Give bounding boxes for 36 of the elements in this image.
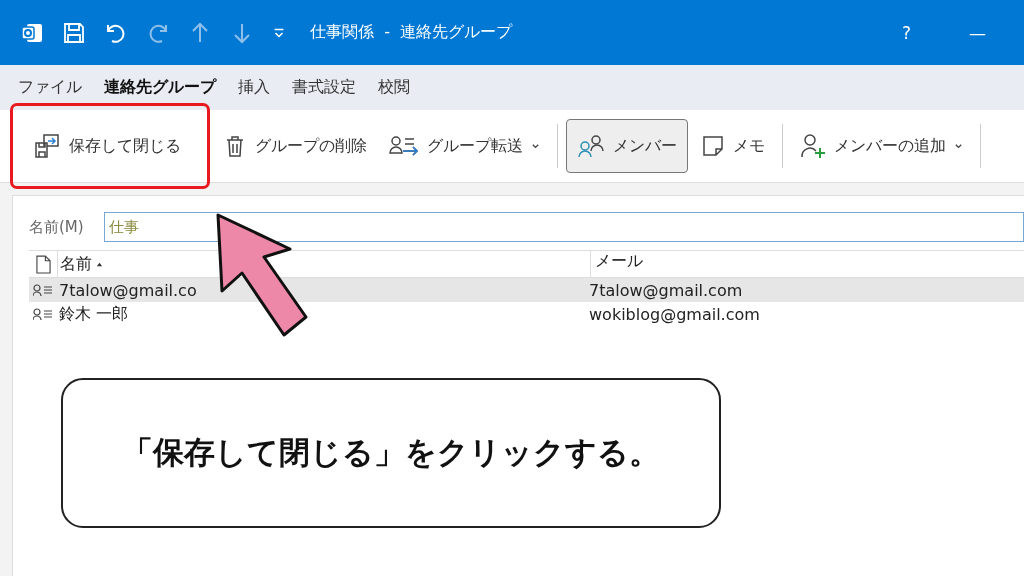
chevron-down-icon — [954, 141, 963, 151]
minimize-button[interactable]: — — [949, 22, 1006, 43]
table-cell-text: 7talow@gmail.co — [58, 280, 198, 300]
contact-icon — [33, 308, 53, 320]
save-close-icon — [33, 132, 61, 160]
callout-text: 「保存して閉じる」をクリックする。 — [122, 433, 660, 472]
ribbon-tab[interactable]: 校閲 — [368, 73, 420, 102]
table-row[interactable]: 鈴木 一郎 wokiblog@gmail.com — [29, 302, 1024, 326]
ribbon-button[interactable]: グループ転送 — [380, 123, 549, 169]
contact-icon — [33, 284, 53, 296]
table-cell-text: 鈴木 一郎 — [58, 303, 130, 325]
ribbon-tab[interactable]: ファイル — [8, 73, 92, 102]
ribbon-button[interactable]: グループの削除 — [214, 123, 376, 169]
help-button[interactable]: ? — [881, 22, 931, 43]
name-field[interactable]: 仕事 — [103, 212, 1024, 242]
note-icon — [701, 134, 725, 158]
save-icon[interactable] — [62, 20, 86, 45]
column-header[interactable]: メール — [590, 251, 1024, 277]
field-label: 名前(M) — [29, 217, 84, 237]
ribbon-button[interactable]: 保存して閉じる — [10, 103, 210, 189]
ribbon-button[interactable]: メンバーの追加 — [791, 122, 972, 170]
table-row[interactable]: 7talow@gmail.co 7talow@gmail.com — [29, 278, 1024, 302]
window-title: 仕事関係 - 連絡先グループ — [310, 22, 513, 43]
chevron-down-icon — [531, 141, 540, 151]
document-icon — [35, 254, 51, 274]
ribbon-tab[interactable]: 挿入 — [228, 73, 280, 102]
ribbon-button[interactable]: メモ — [692, 123, 774, 169]
sort-ascending-icon — [96, 260, 103, 268]
people-icon — [577, 134, 605, 158]
contact-forward-icon — [389, 134, 419, 158]
ribbon-button[interactable]: メンバー — [566, 119, 688, 173]
ribbon-tab[interactable]: 書式設定 — [282, 73, 366, 102]
table-cell-text: 7talow@gmail.com — [589, 280, 744, 300]
add-person-icon — [800, 133, 826, 159]
table-cell-text: wokiblog@gmail.com — [589, 304, 761, 324]
ribbon-tab[interactable]: 連絡先グループ — [94, 73, 226, 102]
